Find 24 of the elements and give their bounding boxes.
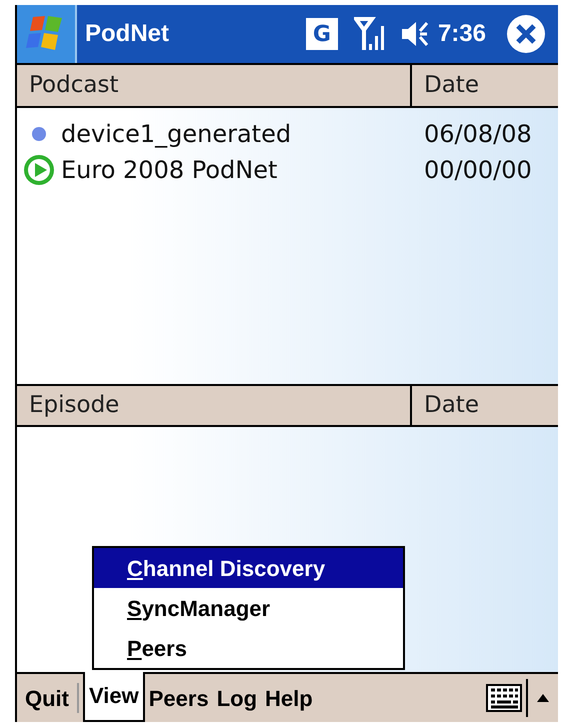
clock-time[interactable]: 7:36 — [438, 16, 486, 52]
menu-bar-item[interactable]: Log — [212, 682, 262, 714]
play-icon — [23, 154, 55, 186]
column-header[interactable]: Date — [412, 386, 558, 425]
column-header[interactable]: Episode — [17, 386, 412, 425]
menu-bar-item[interactable]: Quit — [21, 682, 73, 714]
menu-bar-item[interactable]: Peers — [144, 682, 213, 714]
up-arrow-icon[interactable] — [536, 693, 550, 703]
window-title: PodNet — [85, 19, 169, 49]
menu-bar-item[interactable]: View — [83, 672, 145, 722]
podcast-name[interactable]: device1_generated — [61, 116, 412, 152]
column-header[interactable]: Podcast — [17, 65, 412, 106]
keyboard-icon[interactable] — [486, 684, 522, 712]
close-icon[interactable] — [506, 14, 546, 54]
podcast-name[interactable]: Euro 2008 PodNet — [61, 152, 412, 188]
column-header[interactable]: Date — [412, 65, 558, 106]
start-button[interactable] — [17, 5, 77, 63]
speaker-icon[interactable] — [400, 19, 430, 49]
network-badge: G — [306, 18, 338, 50]
podcast-date: 00/00/00 — [423, 155, 533, 186]
dot-icon — [31, 126, 47, 142]
menu-bar-item[interactable]: Help — [261, 682, 317, 714]
podcast-date: 06/08/08 — [423, 119, 533, 150]
menu-item[interactable]: Channel Discovery — [94, 548, 403, 588]
